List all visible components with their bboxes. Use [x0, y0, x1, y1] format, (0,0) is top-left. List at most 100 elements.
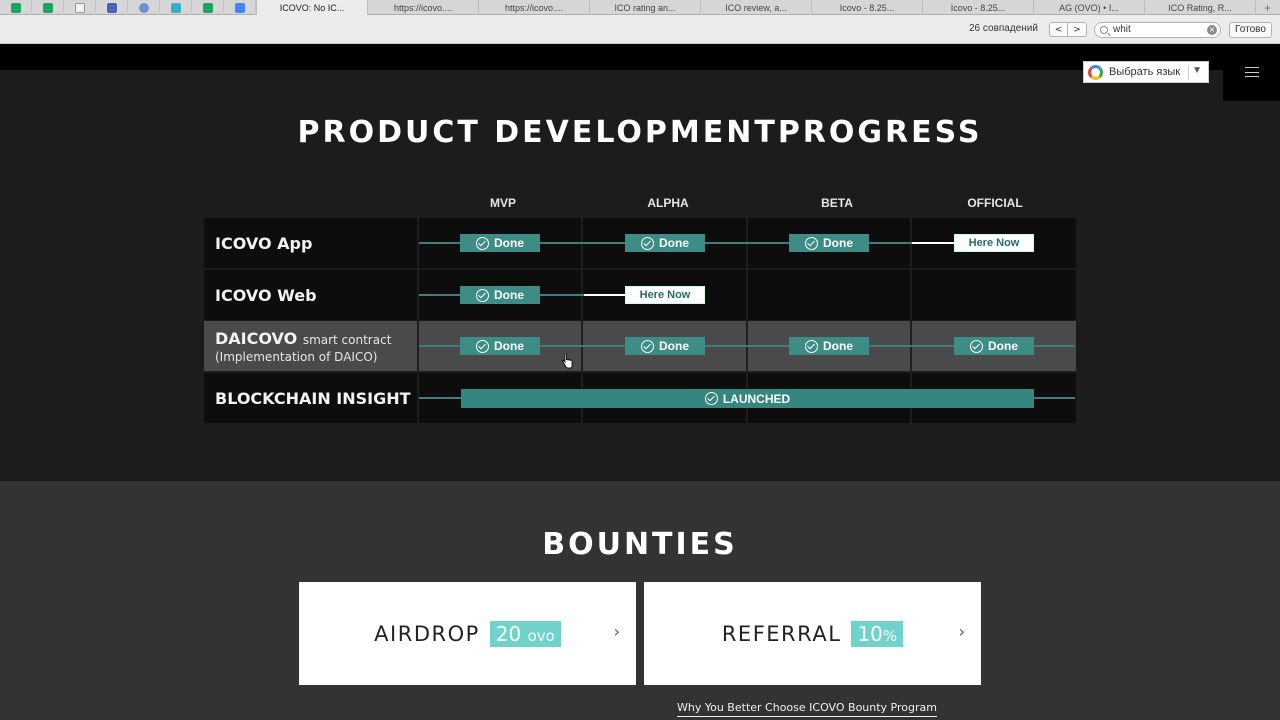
row-title-line: DAICOVO smart contract: [215, 329, 417, 348]
check-circle-icon: [970, 339, 983, 353]
document-icon: [74, 2, 85, 13]
airdrop-card[interactable]: AIRDROP 20 ovo ›: [299, 582, 636, 685]
new-tab-button[interactable]: +: [1255, 0, 1279, 15]
column-divider: [417, 218, 419, 423]
pinned-tabs: [0, 0, 256, 15]
row-label: ICOVO Web: [204, 270, 417, 320]
check-circle-icon: [641, 339, 654, 353]
pinned-tab-docs[interactable]: [224, 0, 256, 15]
bounties-title: BOUNTIES: [542, 527, 738, 562]
row-title: ICOVO Web: [215, 285, 317, 305]
airdrop-reward: 20 ovo: [489, 620, 561, 647]
done-badge: Done: [625, 234, 705, 252]
column-header-beta: BETA: [821, 196, 853, 210]
row-title-suffix: smart contract: [302, 332, 392, 347]
airdrop-value: 20: [495, 621, 522, 646]
google-icon: [1088, 64, 1103, 80]
pinned-tab-sheets-3[interactable]: [192, 0, 224, 15]
pinned-tab-sheets-2[interactable]: [32, 0, 64, 15]
app-icon: [170, 2, 181, 13]
row-label: BLOCKCHAIN INSIGHT: [204, 373, 417, 423]
done-label: Done: [494, 339, 524, 353]
tab-ag-ovo[interactable]: AG (OVO) • I...: [1033, 0, 1144, 15]
tab-icovo-3[interactable]: https://icovo....: [478, 0, 589, 15]
row-title: DAICOVO: [215, 328, 298, 348]
pinned-tab-drop[interactable]: [128, 0, 160, 15]
drop-icon: [138, 2, 149, 13]
check-circle-icon: [704, 392, 718, 405]
find-bar: 26 совпадений < > whit × Готово: [0, 15, 1280, 44]
progress-track-current: [912, 242, 956, 244]
why-bounty-link[interactable]: Why You Better Choose ICOVO Bounty Progr…: [677, 701, 937, 717]
row-label: DAICOVO smart contract (Implementation o…: [204, 321, 417, 371]
check-circle-icon: [476, 236, 489, 250]
sheets-icon: [202, 2, 213, 13]
referral-label: REFERRAL: [721, 621, 842, 646]
find-match-count: 26 совпадений: [969, 23, 1038, 34]
check-circle-icon: [805, 339, 818, 353]
chevron-right-icon: ›: [613, 622, 620, 641]
browser-tab-bar: ICOVO: No IC... https://icovo.... https:…: [0, 0, 1280, 15]
progress-track-current: [584, 294, 628, 296]
airdrop-label: AIRDROP: [374, 621, 480, 646]
referral-unit: %: [882, 626, 898, 645]
done-badge: Done: [460, 234, 540, 252]
tab-icovo-2[interactable]: https://icovo....: [367, 0, 478, 15]
referral-reward: 10%: [851, 620, 904, 647]
done-badge: Done: [789, 234, 869, 252]
chevron-right-icon: ›: [958, 622, 965, 641]
done-badge: Done: [460, 337, 540, 355]
dropdown-arrow-icon: ▼: [1192, 65, 1202, 76]
column-header-official: OFFICIAL: [967, 196, 1023, 210]
find-next-button[interactable]: >: [1068, 22, 1087, 37]
language-select-button[interactable]: Выбрать язык ▼: [1083, 61, 1209, 83]
done-label: Done: [494, 288, 524, 302]
done-label: Done: [823, 236, 853, 250]
done-badge: Done: [789, 337, 869, 355]
here-now-badge: Here Now: [954, 234, 1034, 252]
done-badge: Done: [954, 337, 1034, 355]
done-label: Done: [494, 236, 524, 250]
check-circle-icon: [641, 236, 654, 250]
airdrop-unit: ovo: [527, 626, 555, 645]
done-label: Done: [823, 339, 853, 353]
language-select-label: Выбрать язык: [1109, 66, 1181, 78]
tab-ico-review[interactable]: ICO review, a...: [700, 0, 811, 15]
row-subtitle: (Implementation of DAICO): [215, 349, 378, 364]
done-badge: Done: [460, 286, 540, 304]
find-previous-button[interactable]: <: [1049, 22, 1068, 37]
referral-value: 10: [857, 621, 883, 646]
done-label: Done: [988, 339, 1018, 353]
sheets-icon: [10, 2, 21, 13]
check-circle-icon: [476, 288, 489, 302]
launched-bar: LAUNCHED: [461, 389, 1034, 408]
check-circle-icon: [476, 339, 489, 353]
row-label: ICOVO App: [204, 218, 417, 268]
tab-ico-rating-2[interactable]: ICO Rating, R...: [1144, 0, 1255, 15]
hamburger-menu-icon: [1245, 67, 1259, 77]
check-circle-icon: [805, 236, 818, 250]
search-icon: [1100, 26, 1108, 34]
row-title: ICOVO App: [215, 233, 313, 253]
clear-search-icon[interactable]: ×: [1207, 25, 1217, 35]
find-navigation: < >: [1049, 22, 1087, 37]
done-badge: Done: [625, 337, 705, 355]
pointer-cursor-icon: [562, 353, 573, 369]
done-label: Done: [659, 339, 689, 353]
referral-card[interactable]: REFERRAL 10% ›: [644, 582, 981, 685]
pinned-tab-teal[interactable]: [160, 0, 192, 15]
pinned-tab-doc[interactable]: [64, 0, 96, 15]
row-title: BLOCKCHAIN INSIGHT: [215, 388, 411, 408]
find-done-button[interactable]: Готово: [1229, 22, 1272, 38]
menu-button[interactable]: [1223, 44, 1280, 101]
bounties-section: [0, 481, 1280, 720]
tab-icovo-score[interactable]: Icovo - 8.25...: [811, 0, 922, 15]
tab-ico-rating[interactable]: ICO rating an...: [589, 0, 700, 15]
section-title: PRODUCT DEVELOPMENTPROGRESS: [297, 115, 983, 150]
tab-icovo[interactable]: ICOVO: No IC...: [256, 0, 367, 15]
find-input[interactable]: whit ×: [1094, 22, 1221, 38]
app-icon: [106, 2, 117, 13]
pinned-tab-blue[interactable]: [96, 0, 128, 15]
tab-icovo-score-2[interactable]: Icovo - 8.25...: [922, 0, 1033, 15]
pinned-tab-sheets[interactable]: [0, 0, 32, 15]
